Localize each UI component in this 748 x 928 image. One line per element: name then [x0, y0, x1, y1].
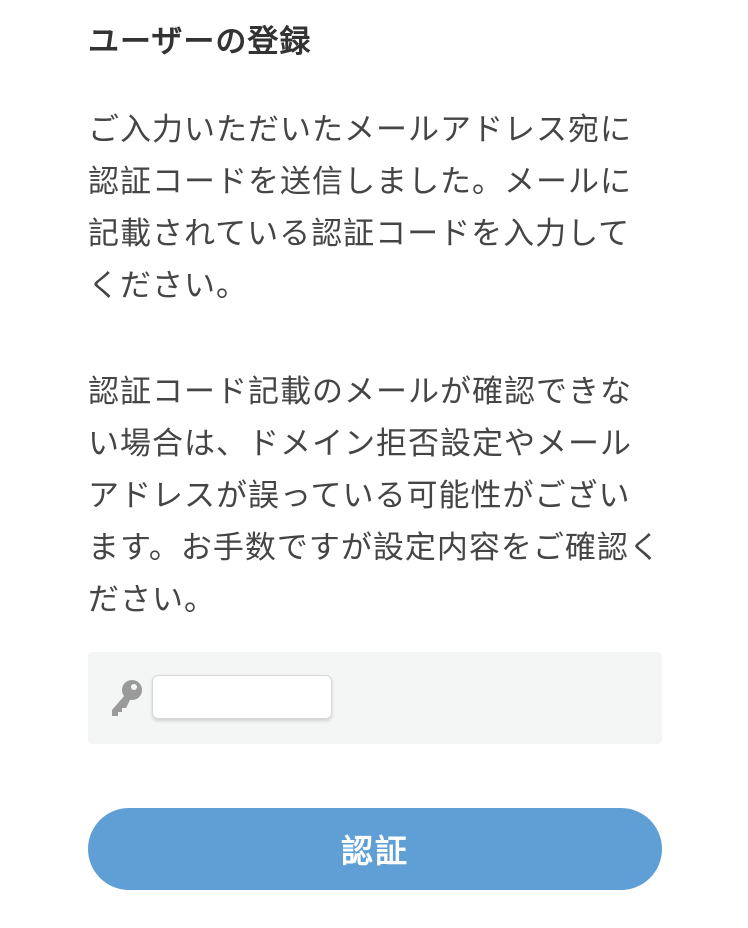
message-line: 認証コードを送信しました。メールに: [88, 164, 632, 200]
message-line: 認証コード記載のメールが確認できな: [88, 374, 632, 410]
verification-code-panel: [88, 652, 662, 744]
message-line: い場合は、ドメイン拒否設定やメール: [88, 426, 632, 462]
verification-code-input[interactable]: [152, 675, 332, 719]
key-icon: [112, 680, 142, 716]
message-line: ださい。: [88, 582, 216, 618]
verify-button[interactable]: 認証: [88, 808, 662, 890]
troubleshoot-message: 認証コード記載のメールが確認できな い場合は、ドメイン拒否設定やメール アドレス…: [88, 366, 663, 626]
sent-code-message: ご入力いただいたメールアドレス宛に 認証コードを送信しました。メールに 記載され…: [88, 104, 663, 312]
message-line: ます。お手数ですが設定内容をご確認く: [88, 530, 661, 566]
message-line: 記載されている認証コードを入力して: [88, 216, 631, 252]
message-line: アドレスが誤っている可能性がござい: [88, 478, 631, 514]
page-title: ユーザーの登録: [88, 24, 312, 60]
message-line: ください。: [88, 268, 248, 304]
message-line: ご入力いただいたメールアドレス宛に: [88, 112, 632, 148]
